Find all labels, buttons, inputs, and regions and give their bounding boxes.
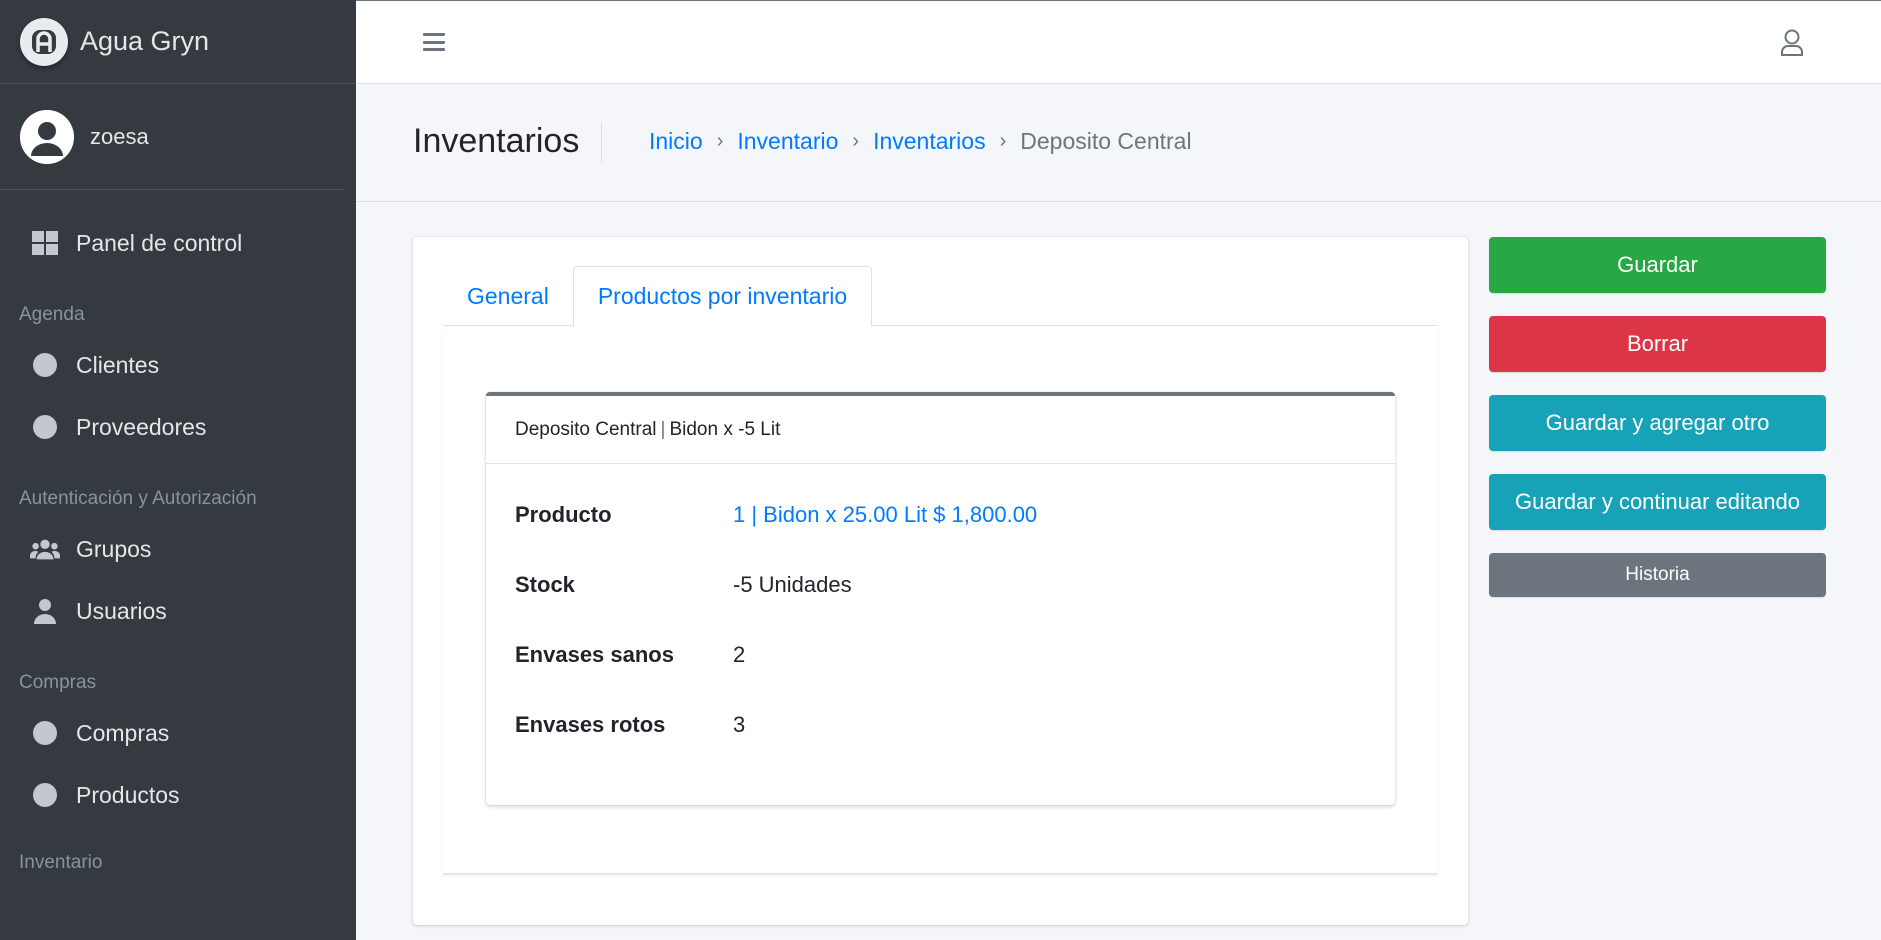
inline-product-card: Deposito Central | Bidon x -5 Lit Produc… — [486, 392, 1395, 805]
save-and-continue-button[interactable]: Guardar y continuar editando — [1489, 474, 1826, 530]
sidebar-header-inventario: Inventario — [19, 852, 103, 873]
breadcrumb: Inicio › Inventario › Inventarios › Depo… — [649, 128, 1192, 155]
sidebar-item-label: Compras — [76, 719, 170, 746]
field-row-envases-rotos: Envases rotos 3 — [515, 712, 745, 738]
field-row-stock: Stock -5 Unidades — [515, 572, 852, 598]
user-panel[interactable]: zoesa — [0, 84, 344, 190]
brand-link[interactable]: Agua Gryn — [0, 0, 356, 84]
form-tabs: General Productos por inventario — [443, 266, 1438, 327]
tab-general[interactable]: General — [443, 266, 573, 326]
field-value: 2 — [733, 642, 746, 667]
sidebar: Agua Gryn zoesa Panel de control Agenda … — [0, 0, 356, 940]
field-row-envases-sanos: Envases sanos 2 — [515, 642, 745, 668]
sidebar-item-proveedores[interactable]: Proveedores — [0, 396, 356, 458]
tab-productos-por-inventario[interactable]: Productos por inventario — [572, 266, 873, 327]
breadcrumb-current: Deposito Central — [1020, 128, 1192, 154]
menu-toggle-icon[interactable] — [423, 33, 445, 51]
circle-icon — [30, 718, 60, 748]
history-button[interactable]: Historia — [1489, 553, 1826, 597]
circle-icon — [30, 780, 60, 810]
content-header: Inventarios Inicio › Inventario › Invent… — [356, 84, 1881, 202]
user-name: zoesa — [90, 123, 149, 149]
users-icon — [30, 534, 60, 564]
sidebar-item-panel-de-control[interactable]: Panel de control — [0, 212, 356, 274]
sidebar-item-grupos[interactable]: Grupos — [0, 518, 356, 580]
inline-title-product: Bidon x -5 Lit — [669, 418, 781, 440]
field-label: Stock — [515, 572, 575, 597]
grid-icon — [30, 228, 60, 258]
inline-title-separator: | — [660, 418, 666, 440]
page-title: Inventarios — [413, 122, 580, 160]
sidebar-item-compras[interactable]: Compras — [0, 702, 356, 764]
user-menu-icon[interactable] — [1779, 29, 1805, 57]
brand-logo-icon — [20, 17, 68, 66]
user-avatar-icon — [20, 109, 74, 164]
sidebar-item-label: Proveedores — [76, 413, 207, 440]
sidebar-item-label: Usuarios — [76, 597, 167, 624]
field-value: -5 Unidades — [733, 572, 852, 597]
sidebar-item-label: Grupos — [76, 535, 152, 562]
sidebar-header-agenda: Agenda — [19, 304, 85, 325]
user-icon — [30, 596, 60, 626]
delete-button[interactable]: Borrar — [1489, 316, 1826, 372]
top-navbar — [356, 0, 1881, 84]
inline-card-title: Deposito Central | Bidon x -5 Lit — [486, 396, 1395, 464]
field-label: Envases sanos — [515, 642, 674, 667]
breadcrumb-link-inventarios[interactable]: Inventarios — [873, 128, 986, 155]
field-row-producto: Producto 1 | Bidon x 25.00 Lit $ 1,800.0… — [515, 502, 1037, 528]
breadcrumb-link-inicio[interactable]: Inicio — [649, 128, 703, 155]
save-button[interactable]: Guardar — [1489, 237, 1826, 293]
field-value: 3 — [733, 712, 746, 737]
sidebar-header-compras: Compras — [19, 672, 97, 693]
circle-icon — [30, 350, 60, 380]
sidebar-nav: Panel de control Agenda Clientes Proveed… — [0, 190, 356, 882]
title-divider — [601, 122, 602, 164]
save-and-add-another-button[interactable]: Guardar y agregar otro — [1489, 395, 1826, 451]
inline-title-inventory: Deposito Central — [515, 418, 657, 440]
brand-name: Agua Gryn — [80, 26, 210, 56]
breadcrumb-link-inventario[interactable]: Inventario — [737, 128, 838, 155]
sidebar-item-label: Clientes — [76, 351, 160, 378]
breadcrumb-separator: › — [999, 130, 1007, 152]
field-label: Envases rotos — [515, 712, 666, 737]
field-label: Producto — [515, 502, 612, 527]
sidebar-item-usuarios[interactable]: Usuarios — [0, 580, 356, 642]
sidebar-header-auth: Autenticación y Autorización — [19, 488, 257, 509]
circle-icon — [30, 412, 60, 442]
sidebar-item-label: Panel de control — [76, 229, 243, 256]
product-link[interactable]: 1 | Bidon x 25.00 Lit $ 1,800.00 — [733, 502, 1037, 528]
breadcrumb-separator: › — [852, 130, 860, 152]
sidebar-item-productos[interactable]: Productos — [0, 764, 356, 826]
breadcrumb-separator: › — [716, 130, 724, 152]
sidebar-item-label: Productos — [76, 781, 180, 808]
sidebar-item-clientes[interactable]: Clientes — [0, 334, 356, 396]
